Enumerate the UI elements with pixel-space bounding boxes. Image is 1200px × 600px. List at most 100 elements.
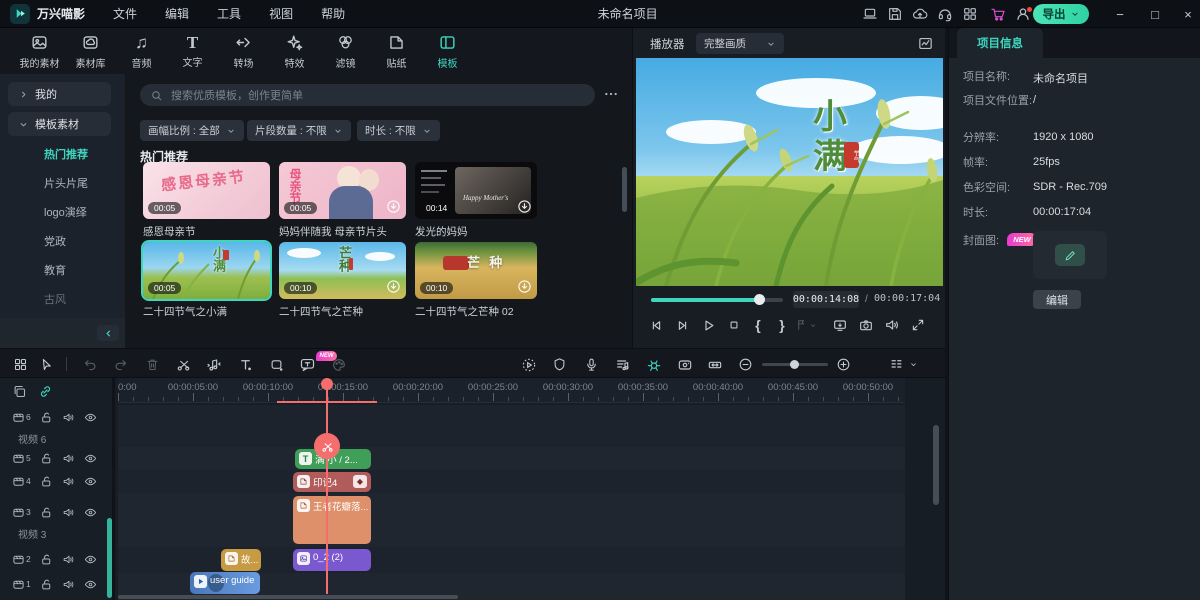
lock-icon[interactable] — [40, 411, 53, 424]
tab-effects[interactable]: 特效 — [269, 28, 320, 74]
track-lane-6[interactable] — [118, 405, 905, 447]
download-icon[interactable] — [517, 199, 532, 214]
clip-petals[interactable]: 王者花瓣落... — [293, 496, 371, 544]
previous-frame-button[interactable] — [645, 314, 667, 336]
menu-tools[interactable]: 工具 — [217, 5, 241, 22]
zoom-out-icon[interactable] — [737, 356, 754, 373]
lock-icon[interactable] — [40, 452, 53, 465]
quality-dropdown[interactable]: 完整画质 — [696, 33, 784, 54]
sidebar-item-education[interactable]: 教育 — [44, 262, 66, 278]
performance-meter-icon[interactable] — [917, 35, 934, 52]
track-header-scrollbar[interactable] — [107, 518, 112, 598]
workspace-grid-icon[interactable] — [12, 356, 29, 373]
track-manager-icon[interactable] — [888, 356, 905, 373]
speaker-icon[interactable] — [62, 506, 75, 519]
delete-icon[interactable] — [144, 356, 161, 373]
clip-story[interactable]: 故... — [221, 549, 261, 571]
more-options-button[interactable] — [603, 86, 619, 102]
cloud-upload-icon[interactable] — [910, 5, 930, 23]
clip-video[interactable]: user guide — [190, 572, 260, 594]
seek-slider[interactable] — [651, 298, 783, 302]
save-icon[interactable] — [885, 5, 905, 23]
scrollbar-thumb[interactable] — [118, 595, 458, 599]
speaker-icon[interactable] — [62, 411, 75, 424]
template-card[interactable]: Happy Mother's 00:14 发光的妈妈 — [415, 162, 537, 239]
track-lane-3[interactable] — [118, 493, 905, 547]
sidebar-item-ancient[interactable]: 古风 — [44, 291, 66, 307]
menu-help[interactable]: 帮助 — [321, 5, 345, 22]
template-card[interactable]: 感恩母亲节 00:05 感恩母亲节 — [143, 162, 270, 239]
menu-edit[interactable]: 编辑 — [165, 5, 189, 22]
track-lane-4[interactable] — [118, 470, 905, 493]
tab-my-media[interactable]: 我的素材 — [14, 28, 65, 74]
sidebar-group-template-assets[interactable]: 模板素材 — [8, 112, 111, 136]
window-maximize-button[interactable]: □ — [1140, 0, 1170, 28]
tab-text[interactable]: T文字 — [167, 28, 218, 74]
select-tool-icon[interactable] — [38, 356, 55, 373]
mask-icon[interactable] — [268, 356, 285, 373]
screen-record-icon[interactable] — [676, 356, 693, 373]
video-preview[interactable]: 小 满 节气 — [636, 58, 943, 286]
timeline-zoom-slider[interactable] — [762, 363, 828, 366]
timeline-ruler[interactable]: 00:00:00 00:00:05:00 00:00:10:00 00:00:1… — [118, 378, 905, 403]
eye-icon[interactable] — [84, 411, 97, 424]
sidebar-item-hot[interactable]: 热门推荐 — [44, 146, 88, 162]
menu-file[interactable]: 文件 — [113, 5, 137, 22]
tab-templates[interactable]: 模板 — [422, 28, 473, 74]
eye-icon[interactable] — [84, 475, 97, 488]
render-preview-icon[interactable] — [520, 356, 537, 373]
speaker-icon[interactable] — [62, 452, 75, 465]
template-card-selected[interactable]: 小满 00:05 二十四节气之小满 — [143, 242, 270, 319]
speaker-icon[interactable] — [62, 475, 75, 488]
clip-image[interactable]: 0_2 (2) — [293, 549, 371, 571]
filter-duration[interactable]: 时长 : 不限 — [357, 120, 440, 141]
speech-to-text-icon[interactable] — [299, 356, 316, 373]
zoom-in-icon[interactable] — [835, 356, 852, 373]
sidebar-item-intro-outro[interactable]: 片头片尾 — [44, 175, 88, 191]
apps-grid-icon[interactable] — [960, 5, 980, 23]
eye-icon[interactable] — [84, 553, 97, 566]
fullscreen-button[interactable] — [907, 314, 929, 336]
mark-in-button[interactable]: { — [747, 314, 769, 336]
play-button[interactable] — [697, 314, 719, 336]
marker-button[interactable] — [795, 314, 817, 336]
next-frame-button[interactable] — [671, 314, 693, 336]
volume-button[interactable] — [881, 314, 903, 336]
timeline-horizontal-scrollbar[interactable] — [118, 594, 905, 600]
download-icon[interactable] — [386, 199, 401, 214]
eye-icon[interactable] — [84, 452, 97, 465]
template-card[interactable]: 芒种 00:10 二十四节气之芒种 — [279, 242, 406, 319]
tab-transition[interactable]: 转场 — [218, 28, 269, 74]
playhead-knob[interactable] — [321, 378, 333, 390]
audio-mixer-icon[interactable] — [614, 356, 631, 373]
library-scrollbar[interactable] — [622, 167, 627, 212]
smart-cut-icon[interactable] — [645, 356, 662, 373]
clip-sticker[interactable]: 印记4 ◆ — [293, 472, 371, 492]
filter-clip-count[interactable]: 片段数量 : 不限 — [247, 120, 351, 141]
lock-icon[interactable] — [40, 553, 53, 566]
undo-icon[interactable] — [82, 356, 99, 373]
window-close-button[interactable]: × — [1173, 0, 1200, 28]
track-lane-5[interactable] — [118, 447, 905, 470]
download-icon[interactable] — [386, 279, 401, 294]
fit-timeline-icon[interactable] — [706, 356, 723, 373]
sidebar-item-party[interactable]: 党政 — [44, 233, 66, 249]
playhead-scissors-button[interactable] — [314, 433, 340, 459]
search-input[interactable]: 搜索优质模板，创作更简单 — [140, 84, 595, 106]
tab-project-info[interactable]: 项目信息 — [957, 28, 1043, 58]
color-palette-icon[interactable] — [330, 356, 347, 373]
lock-icon[interactable] — [40, 475, 53, 488]
app-logo-icon[interactable] — [10, 4, 30, 24]
cover-edit-icon[interactable] — [1055, 244, 1085, 266]
tab-filters[interactable]: 滤镜 — [320, 28, 371, 74]
sidebar-item-logo[interactable]: logo演绎 — [44, 204, 87, 220]
tab-stock-library[interactable]: 素材库 — [65, 28, 116, 74]
workspace-layout-icon[interactable] — [860, 5, 880, 23]
sidebar-group-my[interactable]: 我的 — [8, 82, 111, 106]
split-scissors-icon[interactable] — [175, 356, 192, 373]
redo-icon[interactable] — [112, 356, 129, 373]
cover-edit-button[interactable]: 编辑 — [1033, 290, 1081, 309]
speaker-icon[interactable] — [62, 553, 75, 566]
snapshot-button[interactable] — [855, 314, 877, 336]
voiceover-mic-icon[interactable] — [583, 356, 600, 373]
